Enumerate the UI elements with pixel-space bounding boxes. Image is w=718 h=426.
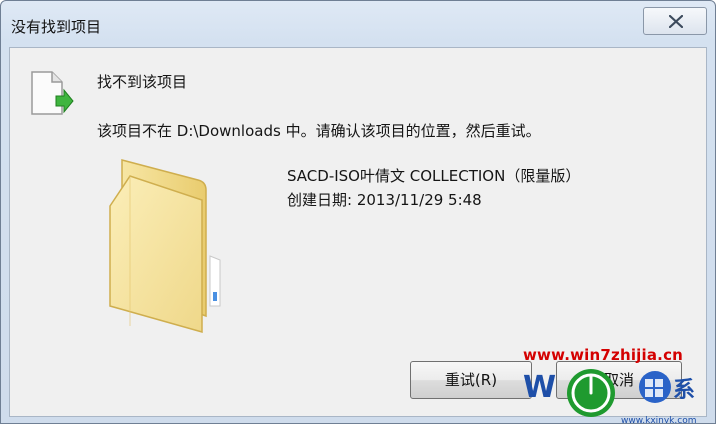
file-arrow-icon <box>31 71 74 115</box>
window-title: 没有找到项目 <box>11 18 102 36</box>
dialog-message: 该项目不在 D:\Downloads 中。请确认该项目的位置，然后重试。 <box>97 122 541 140</box>
title-bar[interactable]: 没有找到项目 <box>1 1 715 45</box>
retry-button[interactable]: 重试(R) <box>410 361 532 399</box>
watermark-url: www.win7zhijia.cn <box>523 346 684 364</box>
close-button[interactable] <box>643 7 707 35</box>
item-date: 创建日期: 2013/11/29 5:48 <box>287 191 482 209</box>
svg-text:系: 系 <box>673 378 695 403</box>
watermark-bottom-url: www.kxinyk.com <box>621 416 696 424</box>
close-icon <box>669 15 683 28</box>
dialog-heading: 找不到该项目 <box>97 73 188 91</box>
folder-icon <box>109 159 221 333</box>
svg-text:W: W <box>523 370 556 405</box>
watermark-logo-icon: W 系 www.kxinyk.com <box>523 369 696 424</box>
item-name: SACD-ISO叶倩文 COLLECTION（限量版） <box>287 167 581 185</box>
dialog-window: 没有找到项目 找不到该项目 该项目不在 D:\Downloads 中。请确认该项… <box>0 0 716 424</box>
